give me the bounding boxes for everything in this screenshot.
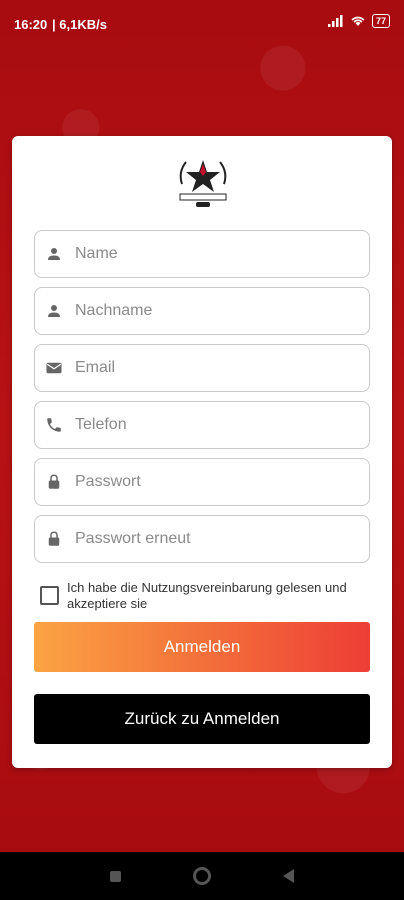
battery-icon: 77 — [371, 14, 390, 28]
email-input[interactable] — [73, 358, 369, 378]
terms-label: Ich habe die Nutzungsvereinbarung gelese… — [67, 580, 347, 611]
recent-apps-icon[interactable] — [110, 870, 121, 882]
home-icon[interactable] — [193, 867, 211, 885]
status-time: 16:20 — [14, 17, 48, 32]
terms-agreement: Ich habe die Nutzungsvereinbarung gelese… — [40, 580, 380, 612]
phone-icon — [47, 418, 61, 432]
password-input[interactable] — [73, 472, 369, 492]
lastname-field[interactable] — [34, 287, 370, 335]
name-input[interactable] — [73, 244, 369, 264]
phone-input[interactable] — [73, 415, 369, 435]
network-speed: | 6,1KB/s — [52, 17, 107, 32]
back-icon[interactable] — [283, 869, 294, 883]
back-to-login-button[interactable]: Zurück zu Anmelden — [34, 694, 370, 744]
phone-field[interactable] — [34, 401, 370, 449]
register-card: Ich habe die Nutzungsvereinbarung gelese… — [12, 136, 392, 768]
password-repeat-field[interactable] — [34, 515, 370, 563]
status-bar: 16:20 | 6,1KB/s 77 — [0, 0, 404, 48]
system-nav-bar — [0, 852, 404, 900]
password-repeat-input[interactable] — [73, 529, 369, 549]
name-field[interactable] — [34, 230, 370, 278]
terms-checkbox[interactable] — [40, 586, 59, 605]
password-field[interactable] — [34, 458, 370, 506]
person-icon — [48, 248, 60, 260]
wifi-icon — [351, 16, 365, 26]
lock-icon — [48, 474, 60, 489]
lastname-input[interactable] — [73, 301, 369, 321]
brand-logo — [179, 160, 227, 207]
person-icon — [48, 305, 60, 317]
signal-icon — [327, 15, 343, 27]
email-field[interactable] — [34, 344, 370, 392]
register-button[interactable]: Anmelden — [34, 622, 370, 672]
status-icons: 77 — [327, 14, 390, 28]
mail-icon — [46, 362, 62, 374]
lock-icon — [48, 531, 60, 546]
